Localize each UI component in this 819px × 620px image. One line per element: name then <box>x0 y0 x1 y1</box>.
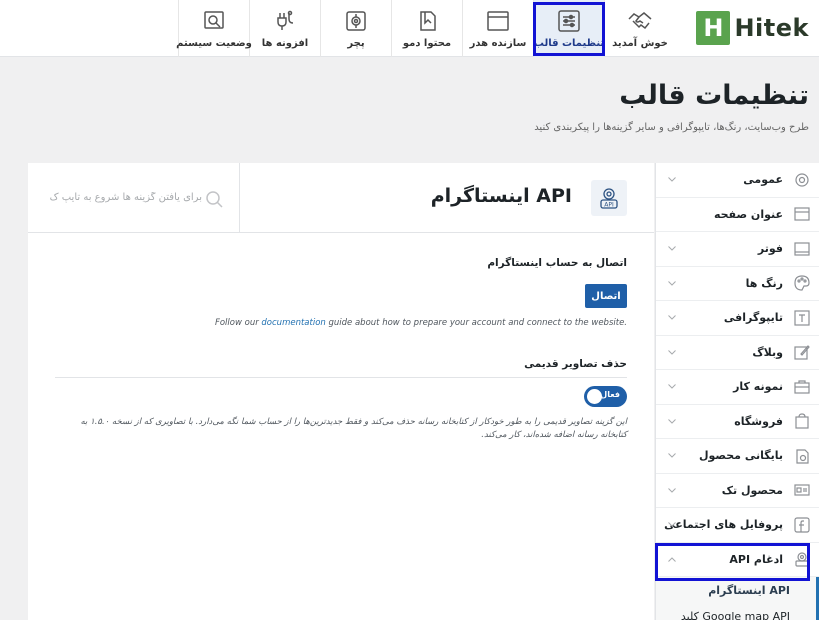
api-integration-icon <box>793 550 811 568</box>
toggle-label: فعال <box>600 390 620 399</box>
chevron-down-icon <box>666 174 678 186</box>
options-panel: API اینستاگرام API اتصال به حساب اینستاگ… <box>28 163 654 620</box>
tab-patcher[interactable]: پچر <box>320 0 391 57</box>
social-icon <box>793 516 811 534</box>
tab-system-status[interactable]: وضعیت سیستم <box>176 0 252 57</box>
settings-sidebar: عمومی عنوان صفحه فوتر رنگ ها تایپوگرافی … <box>655 163 819 620</box>
system-status-icon <box>201 8 227 34</box>
sliders-icon <box>556 8 582 34</box>
sidebar-item-label: عمومی <box>743 173 783 187</box>
plug-icon <box>272 8 298 34</box>
submenu-item-google-map-api[interactable]: Google map API کلید <box>656 603 816 620</box>
sidebar-item-label: وبلاگ <box>752 345 783 359</box>
sidebar-item-label: پروفایل های اجتماعی <box>664 518 783 532</box>
sidebar-item-label: عنوان صفحه <box>713 207 783 221</box>
search-area <box>28 163 240 233</box>
sidebar-item-social-profiles[interactable]: پروفایل های اجتماعی <box>656 508 819 543</box>
sidebar-item-typography[interactable]: تایپوگرافی <box>656 301 819 336</box>
sidebar-item-label: فوتر <box>757 242 783 256</box>
top-navigation-bar: H Hitek خوش آمدید تنظیمات قالب سازنده هد… <box>0 0 819 57</box>
submenu-item-instagram-api[interactable]: API اینستاگرام <box>656 577 816 603</box>
sidebar-item-shop[interactable]: فروشگاه <box>656 405 819 439</box>
remove-section-title: حذف تصاویر قدیمی <box>524 358 627 370</box>
chevron-down-icon <box>666 243 678 255</box>
top-tabs: خوش آمدید تنظیمات قالب سازنده هدر محتوا … <box>176 0 675 57</box>
sidebar-item-label: نمونه کار <box>733 380 783 394</box>
sidebar-item-blog[interactable]: وبلاگ <box>656 336 819 370</box>
sidebar-item-label: ادغام API <box>729 552 783 566</box>
remove-old-images-toggle[interactable]: فعال <box>584 386 627 407</box>
sidebar-item-label: بایگانی محصول <box>698 449 783 463</box>
api-submenu: API اینستاگرام Google map API کلید <box>656 577 819 620</box>
tab-welcome[interactable]: خوش آمدید <box>604 0 675 57</box>
tab-label: افزونه ها <box>261 38 309 49</box>
connect-button[interactable]: اتصال <box>585 284 627 308</box>
palette-icon <box>793 274 811 292</box>
gear-icon <box>793 171 811 189</box>
chevron-down-icon <box>666 277 678 289</box>
chevron-down-icon <box>666 346 678 358</box>
help-suffix: guide about how to prepare your account … <box>325 318 627 328</box>
tab-label: وضعیت سیستم <box>176 38 252 49</box>
brand-logo[interactable]: H Hitek <box>696 10 809 46</box>
tab-label: خوش آمدید <box>612 38 668 49</box>
sidebar-item-label: رنگ ها <box>745 276 783 290</box>
chevron-down-icon <box>666 415 678 427</box>
sidebar-item-page-title[interactable]: عنوان صفحه <box>656 198 819 232</box>
tab-label: پچر <box>347 38 365 49</box>
patch-icon <box>343 8 369 34</box>
sidebar-item-product-archive[interactable]: بایگانی محصول <box>656 439 819 474</box>
sidebar-item-single-product[interactable]: محصول تک <box>656 474 819 508</box>
import-icon <box>414 8 440 34</box>
tab-label: تنظیمات قالب <box>533 38 605 49</box>
help-prefix: Follow our <box>214 318 262 328</box>
tab-label: سازنده هدر <box>469 38 527 49</box>
blog-icon <box>793 343 811 361</box>
typography-icon <box>793 309 811 327</box>
handshake-icon <box>627 8 653 34</box>
chevron-down-icon <box>666 484 678 496</box>
product-card-icon <box>793 481 811 499</box>
sidebar-item-label: محصول تک <box>721 483 783 497</box>
connect-section-title: اتصال به حساب اینستاگرام <box>487 257 627 269</box>
chevron-down-icon <box>666 519 678 531</box>
window-icon <box>485 8 511 34</box>
briefcase-icon <box>793 378 811 396</box>
tab-label: محتوا دمو <box>402 38 452 49</box>
page-title: تنظیمات قالب <box>619 80 809 111</box>
sidebar-item-footer[interactable]: فوتر <box>656 232 819 267</box>
chevron-down-icon <box>666 381 678 393</box>
tab-demo-content[interactable]: محتوا دمو <box>391 0 462 57</box>
sidebar-item-general[interactable]: عمومی <box>656 163 819 198</box>
tab-header-builder[interactable]: سازنده هدر <box>462 0 533 57</box>
sidebar-item-label: تایپوگرافی <box>723 311 783 325</box>
title-bar-icon <box>793 205 811 223</box>
tab-theme-settings[interactable]: تنظیمات قالب <box>533 0 605 57</box>
logo-text: Hitek <box>734 14 809 42</box>
archive-icon <box>793 447 811 465</box>
footer-icon <box>793 240 811 258</box>
section-divider <box>55 377 627 378</box>
sidebar-item-portfolio[interactable]: نمونه کار <box>656 370 819 405</box>
tab-plugins[interactable]: افزونه ها <box>249 0 320 57</box>
panel-header: API اینستاگرام API <box>28 163 654 233</box>
chevron-down-icon <box>666 312 678 324</box>
help-text: Follow our documentation guide about how… <box>215 318 627 328</box>
sidebar-item-label: فروشگاه <box>734 414 783 428</box>
svg-text:API: API <box>604 202 614 209</box>
sidebar-item-api-integration[interactable]: ادغام API <box>656 542 819 577</box>
panel-title: API اینستاگرام <box>430 185 572 207</box>
chevron-down-icon <box>666 450 678 462</box>
documentation-link[interactable]: documentation <box>261 318 325 328</box>
api-icon: API <box>591 180 627 216</box>
logo-mark: H <box>696 11 731 45</box>
remove-section-description: این گزینه تصاویر قدیمی را به طور خودکار … <box>80 417 628 441</box>
shopping-bag-icon <box>793 412 811 430</box>
search-icon[interactable] <box>204 189 224 209</box>
search-input[interactable] <box>42 187 202 207</box>
sidebar-item-colors[interactable]: رنگ ها <box>656 267 819 301</box>
page-subtitle: طرح وب‌سایت، رنگ‌ها، تایپوگرافی و سایر گ… <box>534 122 809 133</box>
chevron-up-icon <box>666 553 678 565</box>
